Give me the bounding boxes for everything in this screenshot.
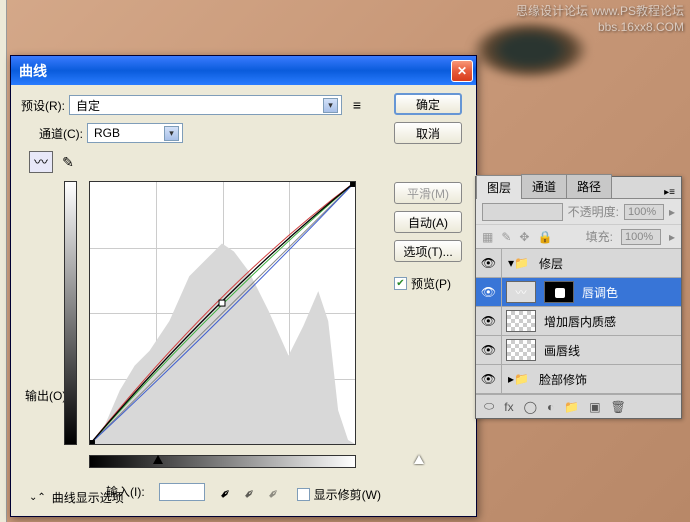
- layer-list: 👁 ▾📁 修层 👁 〰 唇调色 👁 增加唇内质感 👁 画唇线 👁 ▸📁 脸部修饰: [476, 249, 681, 394]
- mask-icon[interactable]: ◯: [524, 400, 537, 414]
- visibility-toggle[interactable]: 👁: [476, 307, 502, 335]
- black-eyedropper-icon[interactable]: ✒: [215, 480, 238, 503]
- ok-button[interactable]: 确定: [394, 93, 462, 115]
- adjustment-thumb: 〰: [506, 281, 536, 303]
- preset-menu-icon[interactable]: ≡: [347, 96, 367, 114]
- shadow-slider[interactable]: [153, 455, 163, 464]
- fill-flyout-icon[interactable]: ▸: [669, 230, 675, 244]
- folder-icon: ▾📁: [508, 256, 529, 270]
- options-button[interactable]: 选项(T)...: [394, 240, 462, 262]
- layer-row[interactable]: 👁 ▾📁 修层: [476, 249, 681, 278]
- app-toolbar-sliver: [0, 0, 7, 522]
- chevron-down-icon: ▾: [323, 98, 338, 113]
- watermark: 思缘设计论坛 www.PS教程论坛 bbs.16xx8.COM: [516, 4, 684, 35]
- visibility-toggle[interactable]: 👁: [476, 249, 502, 277]
- preset-select[interactable]: 自定 ▾: [69, 95, 342, 115]
- preset-label: 预设(R):: [21, 97, 65, 114]
- titlebar[interactable]: 曲线 ✕: [11, 56, 476, 85]
- auto-button[interactable]: 自动(A): [394, 211, 462, 233]
- cancel-button[interactable]: 取消: [394, 122, 462, 144]
- tab-layers[interactable]: 图层: [476, 175, 522, 199]
- lock-all-icon[interactable]: 🔒: [537, 230, 552, 244]
- adj-icon[interactable]: ◐: [547, 400, 554, 414]
- folder-icon: ▸📁: [508, 372, 529, 386]
- layer-row[interactable]: 👁 画唇线: [476, 336, 681, 365]
- histogram: [90, 182, 355, 444]
- expand-icon: ⌄⌃: [29, 492, 46, 503]
- visibility-toggle[interactable]: 👁: [476, 365, 502, 393]
- curves-dialog: 曲线 ✕ 预设(R): 自定 ▾ ≡ 通道(C): RGB ▾ 〰 ✎ 输出(O: [10, 55, 477, 517]
- folder-new-icon[interactable]: 📁: [564, 400, 579, 414]
- preview-checkbox[interactable]: ✔: [394, 277, 407, 290]
- opacity-input[interactable]: 100%: [624, 204, 664, 220]
- channel-select[interactable]: RGB ▾: [87, 123, 183, 143]
- new-layer-icon[interactable]: ▣: [589, 400, 600, 414]
- layer-row[interactable]: 👁 ▸📁 脸部修饰: [476, 365, 681, 394]
- blend-mode-select[interactable]: [482, 203, 563, 221]
- link-icon[interactable]: ⬭: [484, 399, 494, 414]
- opacity-flyout-icon[interactable]: ▸: [669, 205, 675, 219]
- pencil-tool[interactable]: ✎: [56, 151, 80, 173]
- mask-thumb[interactable]: [544, 281, 574, 303]
- lock-paint-icon[interactable]: ✎: [501, 230, 511, 244]
- visibility-toggle[interactable]: 👁: [476, 336, 502, 364]
- lock-move-icon[interactable]: ✥: [519, 230, 529, 244]
- trash-icon[interactable]: 🗑: [611, 400, 626, 414]
- input-value-field[interactable]: [159, 483, 205, 501]
- dialog-title: 曲线: [19, 61, 47, 81]
- layer-row[interactable]: 👁 〰 唇调色: [476, 278, 681, 307]
- chevron-down-icon: ▾: [164, 126, 179, 141]
- highlight-slider[interactable]: [414, 455, 424, 464]
- gray-eyedropper-icon[interactable]: ✒: [239, 480, 262, 503]
- layer-row[interactable]: 👁 增加唇内质感: [476, 307, 681, 336]
- display-options-toggle[interactable]: ⌄⌃ 曲线显示选项: [29, 489, 124, 506]
- curve-tool[interactable]: 〰: [29, 151, 53, 173]
- smooth-button: 平滑(M): [394, 182, 462, 204]
- channel-label: 通道(C):: [39, 125, 83, 142]
- tab-paths[interactable]: 路径: [566, 174, 612, 198]
- layer-thumb: [506, 310, 536, 332]
- tab-channels[interactable]: 通道: [521, 174, 567, 198]
- curves-graph[interactable]: [89, 181, 356, 445]
- close-button[interactable]: ✕: [451, 60, 473, 82]
- close-icon: ✕: [457, 64, 467, 78]
- output-gradient: [64, 181, 77, 445]
- visibility-toggle[interactable]: 👁: [476, 278, 502, 306]
- layers-panel: 图层 通道 路径 ▸≡ 不透明度: 100% ▸ ▦ ✎ ✥ 🔒 填充: 100…: [475, 176, 682, 419]
- show-clipping-checkbox[interactable]: [297, 488, 310, 501]
- lock-trans-icon[interactable]: ▦: [482, 230, 493, 244]
- fill-input[interactable]: 100%: [621, 229, 661, 245]
- panel-menu-icon[interactable]: ▸≡: [658, 187, 681, 198]
- fx-icon[interactable]: fx: [504, 400, 513, 414]
- output-label: 输出(O):: [25, 387, 70, 404]
- input-gradient: [89, 455, 356, 468]
- white-eyedropper-icon[interactable]: ✒: [263, 480, 286, 503]
- layer-thumb: [506, 339, 536, 361]
- layers-footer: ⬭ fx ◯ ◐ 📁 ▣ 🗑: [476, 394, 681, 418]
